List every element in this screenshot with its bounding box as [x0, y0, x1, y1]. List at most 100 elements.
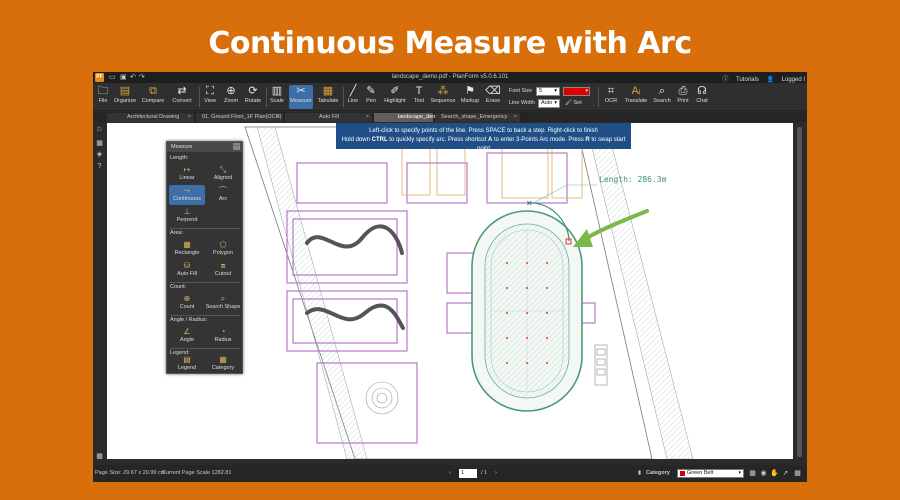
polygon-button[interactable]: ⬠ Polygon: [205, 239, 241, 259]
compare-button[interactable]: ⧉ Compare: [141, 85, 165, 109]
divider: [170, 228, 240, 229]
convert-button[interactable]: ⇄ Convert: [170, 85, 194, 109]
line-width-select[interactable]: Auto ▾: [538, 99, 560, 108]
eye-icon[interactable]: ◉: [759, 469, 768, 478]
linear-button[interactable]: ↦ Linear: [169, 164, 205, 184]
tab-landscape-demo[interactable]: landscape_demo ×: [374, 113, 440, 122]
scroll-thumb[interactable]: [797, 127, 802, 457]
bookmark-icon[interactable]: ⚐: [95, 126, 104, 135]
autofill-button[interactable]: ⛁ Auto Fill: [169, 260, 205, 280]
close-icon[interactable]: ×: [427, 113, 430, 122]
collapse-icon[interactable]: —: [233, 143, 240, 150]
pen-icon: ✎: [366, 85, 376, 97]
perpend-button[interactable]: ⊥ Perpend: [169, 206, 205, 226]
toolbar-divider: [266, 87, 267, 107]
file-button[interactable]: 🗀 File: [95, 85, 111, 109]
start-marker: ✕: [526, 199, 533, 208]
tab-label: Architectural Drawing: [127, 114, 180, 120]
view-button[interactable]: ⛶ View: [201, 85, 219, 109]
layers-icon[interactable]: ◈: [95, 150, 104, 159]
radius-button[interactable]: ◔ Radius: [205, 326, 241, 346]
organize-label: Organize: [113, 98, 137, 104]
tab-label: 01. Ground Floor_1F Plan(OCR): [202, 114, 282, 120]
font-size-select[interactable]: 5 ▾: [536, 87, 560, 96]
close-icon[interactable]: ×: [277, 113, 280, 122]
scale-button[interactable]: ▥ Scale: [268, 85, 286, 109]
translate-label: Translate: [624, 98, 648, 104]
tab-auto-fill[interactable]: Auto Fill ×: [285, 113, 373, 122]
organize-button[interactable]: ▤ Organize: [113, 85, 137, 109]
font-size-label: Font Size: [509, 88, 533, 94]
tabulate-button[interactable]: ▦ Tabulate: [316, 85, 340, 109]
chat-button[interactable]: ☊ Chat: [694, 85, 710, 109]
aligned-button[interactable]: ⤡ Aligned: [205, 164, 241, 184]
text-button[interactable]: T Text: [411, 85, 427, 109]
autofill-icon: ⛁: [183, 261, 191, 270]
angle-button[interactable]: ∠ Angle: [169, 326, 205, 346]
page-size: Page Size: 29.67 x 20.99 cm: [95, 470, 166, 476]
set-button[interactable]: 🖌 Set: [565, 100, 582, 106]
line-button[interactable]: ╱ Line: [345, 85, 361, 109]
view-icon: ⛶: [206, 85, 214, 97]
autofill-label: Auto Fill: [177, 271, 197, 277]
arc-button[interactable]: ⌒ Arc: [205, 185, 241, 205]
vertical-scrollbar[interactable]: [793, 123, 807, 459]
search-shape-button[interactable]: ⌕ Search Shape: [205, 293, 241, 313]
category-button[interactable]: ▦ Category: [205, 354, 241, 374]
folder-icon: 🗀: [97, 85, 109, 97]
grid-icon[interactable]: ▦: [95, 452, 104, 461]
aligned-label: Aligned: [213, 175, 233, 181]
leader-line: [534, 184, 597, 203]
cutout-button[interactable]: ⧈ Cutout: [205, 260, 241, 280]
continuous-button[interactable]: ⤳ Continuous: [169, 185, 205, 205]
pen-button[interactable]: ✎ Pen: [363, 85, 379, 109]
close-icon[interactable]: ×: [188, 113, 191, 122]
prev-page-icon[interactable]: ‹: [449, 470, 451, 476]
arc-icon: ⌒: [219, 186, 227, 195]
close-icon[interactable]: ×: [366, 113, 369, 122]
rectangle-label: Rectangle: [174, 250, 200, 256]
tab-ground-floor[interactable]: 01. Ground Floor_1F Plan(OCR) ×: [196, 113, 284, 122]
erase-button[interactable]: ⌫ Erase: [484, 85, 502, 109]
help-icon[interactable]: ?: [95, 162, 104, 171]
measure-button[interactable]: ✂ Measure: [289, 85, 313, 109]
category-label: Category: [211, 365, 235, 371]
pen-label: Pen: [366, 98, 376, 104]
grid-view-icon[interactable]: ▦: [748, 469, 757, 478]
highlight-button[interactable]: ✐ Highlight: [382, 85, 408, 109]
organize-icon: ▤: [119, 85, 131, 97]
search-shape-label: Search Shape: [205, 304, 241, 310]
count-button[interactable]: ⊕ Count: [169, 293, 205, 313]
thumbnails-icon[interactable]: ▦: [95, 139, 104, 148]
print-button[interactable]: ⎙ Print: [675, 85, 691, 109]
markup-button[interactable]: ⚑ Markup: [459, 85, 481, 109]
highlight-label: Highlight: [384, 98, 406, 104]
search-button[interactable]: ⌕ Search: [652, 85, 672, 109]
page-input[interactable]: 1: [459, 469, 477, 478]
tab-architectural-drawing[interactable]: Architectural Drawing ×: [107, 113, 195, 122]
tabulate-icon: ▦: [322, 85, 334, 97]
grid-icon[interactable]: ▦: [793, 469, 802, 478]
legend-button[interactable]: ▤ Legend: [169, 354, 205, 374]
category-select[interactable]: Green Belt ▾: [677, 469, 744, 478]
translate-button[interactable]: Aᵢ Translate: [623, 85, 649, 109]
rotate-button[interactable]: ⟳ Rotate: [243, 85, 263, 109]
next-page-icon[interactable]: ›: [495, 470, 497, 476]
left-sidebar: ⚐ ▦ ◈ ? ▦: [93, 122, 106, 465]
close-icon[interactable]: ×: [514, 113, 517, 122]
markup-label: Markup: [460, 98, 480, 104]
hand-icon[interactable]: ✋: [770, 469, 779, 478]
ocr-button[interactable]: ⌗ OCR: [602, 85, 620, 109]
highlight-icon: ✐: [390, 85, 400, 97]
tab-search-shape[interactable]: Search_shape_Emergency Lighti...×: [435, 113, 521, 129]
view-label: View: [204, 98, 216, 104]
sequence-button[interactable]: ⁂ Sequence: [430, 85, 456, 109]
ocr-icon: ⌗: [607, 85, 615, 97]
pointer-icon[interactable]: ➚: [781, 469, 790, 478]
translate-icon: Aᵢ: [631, 85, 641, 97]
panel-header[interactable]: Measure —: [167, 142, 242, 152]
zoom-button[interactable]: ⊕ Zoom: [222, 85, 240, 109]
color-picker[interactable]: ▾: [563, 87, 590, 96]
rectangle-button[interactable]: ▦ Rectangle: [169, 239, 205, 259]
text-label: Text: [413, 98, 425, 104]
